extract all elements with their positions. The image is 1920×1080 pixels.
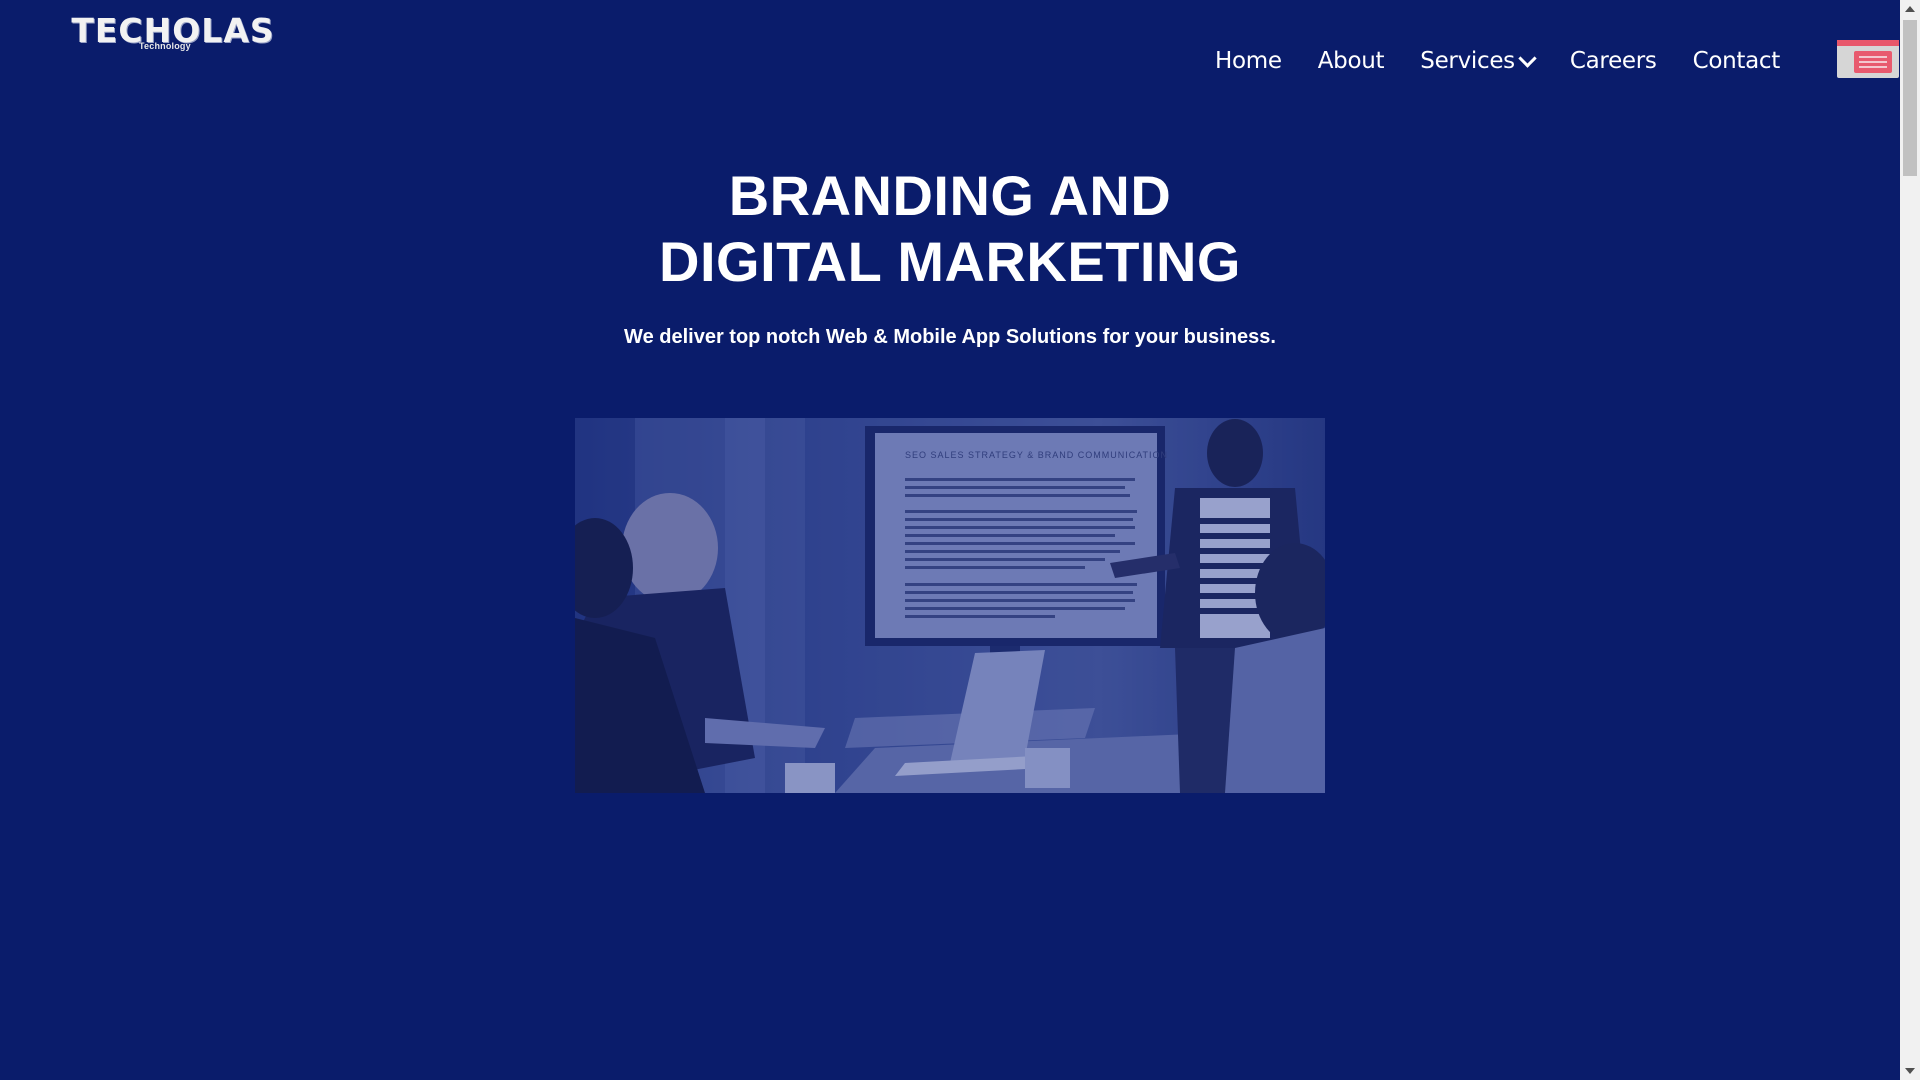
nav-services[interactable]: Services <box>1420 48 1537 74</box>
menu-toggle-button[interactable] <box>1837 40 1899 78</box>
scrollbar-thumb[interactable] <box>1903 20 1917 176</box>
page: TECHOLAS Technology Home About Services … <box>0 0 1920 1080</box>
vertical-scrollbar[interactable] <box>1900 0 1920 1080</box>
scroll-up-icon[interactable] <box>1905 6 1915 12</box>
scroll-down-icon[interactable] <box>1905 1068 1915 1074</box>
meeting-photo: SEO SALES STRATEGY & BRAND COMMUNICATION <box>575 418 1325 793</box>
hero-title-line1: BRANDING AND <box>728 164 1172 227</box>
chevron-down-icon <box>1518 48 1537 68</box>
nav-contact[interactable]: Contact <box>1693 48 1781 74</box>
hero-title: BRANDING AND DIGITAL MARKETING <box>0 163 1900 295</box>
menu-toggle-icon <box>1854 51 1892 73</box>
hero-subtitle: We deliver top notch Web & Mobile App So… <box>624 326 1276 348</box>
nav-careers[interactable]: Careers <box>1570 48 1657 74</box>
site-header: TECHOLAS Technology Home About Services … <box>0 0 1900 100</box>
nav-home[interactable]: Home <box>1215 48 1282 74</box>
site-logo[interactable]: TECHOLAS Technology <box>55 14 291 52</box>
main-nav: Home About Services Careers Contact <box>1179 48 1780 74</box>
hero-image: SEO SALES STRATEGY & BRAND COMMUNICATION <box>575 418 1325 793</box>
logo-subtext: Technology <box>139 41 191 51</box>
menu-widget-accent <box>1837 40 1899 46</box>
nav-about[interactable]: About <box>1318 48 1385 74</box>
hero-title-line2: DIGITAL MARKETING <box>659 230 1241 293</box>
nav-services-label: Services <box>1420 48 1515 74</box>
